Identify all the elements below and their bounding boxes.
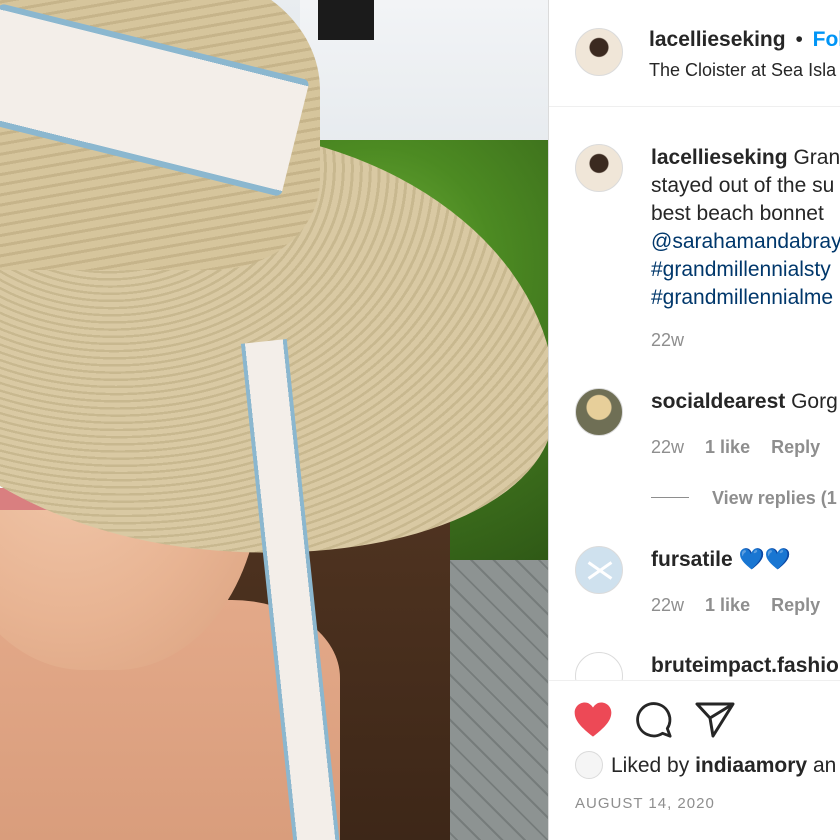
liked-by-prefix: Liked by: [611, 754, 690, 777]
comment-2-meta: 22w 1 like Reply: [651, 595, 820, 616]
comment-likes[interactable]: 1 like: [705, 437, 750, 457]
author-avatar[interactable]: [575, 28, 623, 76]
comment-time[interactable]: 22w: [651, 437, 684, 457]
post-photo[interactable]: [0, 0, 548, 840]
liker-avatar[interactable]: [575, 751, 603, 779]
post-side-panel: lacellieseking • Fol The Cloister at Sea…: [548, 0, 840, 840]
comment-username[interactable]: socialdearest: [651, 390, 785, 413]
caption-username[interactable]: lacellieseking: [651, 146, 788, 169]
comment-likes[interactable]: 1 like: [705, 595, 750, 615]
caption-time[interactable]: 22w: [651, 330, 684, 351]
comment-2: fursatile 💙💙: [651, 546, 791, 574]
follow-button[interactable]: Fol: [813, 28, 840, 51]
header-separator: •: [795, 28, 803, 51]
comment-icon[interactable]: [635, 701, 673, 739]
comment-text: Gorg: [791, 390, 838, 413]
heart-icon[interactable]: [573, 701, 613, 739]
liked-by-username[interactable]: indiaamory: [695, 754, 807, 777]
post-header: lacellieseking • Fol: [649, 26, 840, 54]
caption-avatar[interactable]: [575, 144, 623, 192]
liked-by-suffix: an: [812, 754, 837, 777]
caption-hashtag-2[interactable]: #grandmillennialme: [651, 284, 833, 312]
caption-mention[interactable]: @sarahamandabray: [651, 228, 840, 256]
comment-1-meta: 22w 1 like Reply: [651, 437, 820, 458]
comment-avatar[interactable]: [575, 388, 623, 436]
comment-username[interactable]: bruteimpact.fashio: [651, 654, 839, 677]
comment-username[interactable]: fursatile: [651, 548, 733, 571]
caption-text-2: stayed out of the su: [651, 174, 835, 197]
action-section: Liked by indiaamory an AUGUST 14, 2020: [549, 680, 840, 840]
liked-by: Liked by indiaamory an: [611, 752, 836, 780]
caption-text-3: best beach bonnet: [651, 202, 824, 225]
share-icon[interactable]: [695, 701, 735, 739]
replies-line: [651, 497, 689, 498]
header-divider: [549, 106, 840, 107]
reply-button[interactable]: Reply: [771, 595, 820, 615]
post-location[interactable]: The Cloister at Sea Isla: [649, 56, 836, 84]
comment-time[interactable]: 22w: [651, 595, 684, 615]
comment-avatar[interactable]: [575, 546, 623, 594]
caption-hashtag-1[interactable]: #grandmillennialsty: [651, 256, 831, 284]
caption-line-1: lacellieseking Gran: [651, 144, 840, 172]
comment-3: bruteimpact.fashio: [651, 652, 839, 680]
post-date[interactable]: AUGUST 14, 2020: [575, 795, 715, 812]
reply-button[interactable]: Reply: [771, 437, 820, 457]
ceiling-fixture: [318, 0, 374, 40]
view-replies-button[interactable]: View replies (1: [712, 488, 837, 509]
caption-text-1: Gran: [793, 146, 840, 169]
comment-1: socialdearest Gorg: [651, 388, 838, 416]
author-username[interactable]: lacellieseking: [649, 28, 786, 51]
comment-text: 💙💙: [738, 548, 791, 571]
